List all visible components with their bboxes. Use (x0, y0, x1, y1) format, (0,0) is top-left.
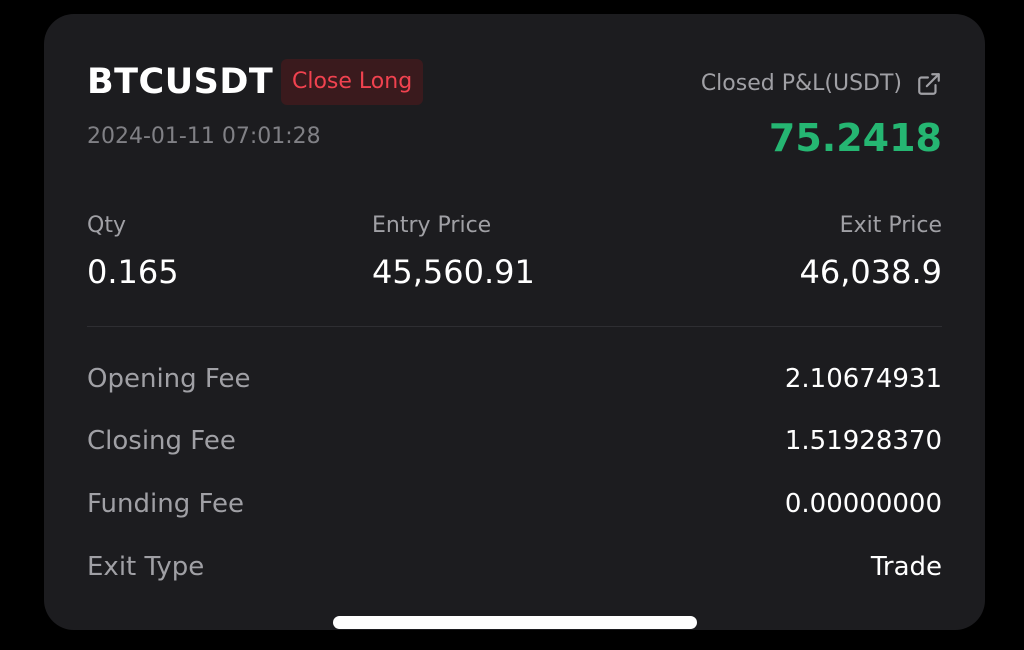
divider (87, 326, 942, 327)
closing-fee-row: Closing Fee 1.51928370 (87, 421, 942, 461)
funding-fee-value: 0.00000000 (784, 489, 942, 519)
side-badge: Close Long (281, 59, 424, 105)
exit-type-value: Trade (870, 552, 942, 582)
entry-price-label: Entry Price (372, 213, 492, 238)
external-link-icon[interactable] (916, 71, 942, 97)
opening-fee-row: Opening Fee 2.10674931 (87, 359, 942, 399)
pnl-header: Closed P&L(USDT) (701, 70, 942, 98)
exit-type-row: Exit Type Trade (87, 547, 942, 587)
exit-type-label: Exit Type (87, 552, 205, 582)
trading-pair-symbol: BTCUSDT (87, 62, 274, 102)
exit-price-value: 46,038.9 (799, 253, 943, 291)
opening-fee-value: 2.10674931 (784, 364, 942, 394)
home-indicator[interactable] (333, 616, 697, 629)
exit-price-label: Exit Price (839, 213, 942, 238)
qty-label: Qty (87, 213, 126, 238)
entry-price-value: 45,560.91 (372, 253, 535, 291)
pnl-value: 75.2418 (768, 116, 942, 160)
qty-value: 0.165 (87, 253, 179, 291)
opening-fee-label: Opening Fee (87, 364, 251, 394)
closed-pnl-card: BTCUSDT Close Long 2024-01-11 07:01:28 C… (44, 14, 985, 630)
funding-fee-row: Funding Fee 0.00000000 (87, 484, 942, 524)
funding-fee-label: Funding Fee (87, 489, 244, 519)
pnl-label: Closed P&L(USDT) (700, 71, 902, 96)
closing-fee-value: 1.51928370 (784, 426, 942, 456)
closing-fee-label: Closing Fee (87, 426, 236, 456)
trade-timestamp: 2024-01-11 07:01:28 (87, 124, 321, 149)
